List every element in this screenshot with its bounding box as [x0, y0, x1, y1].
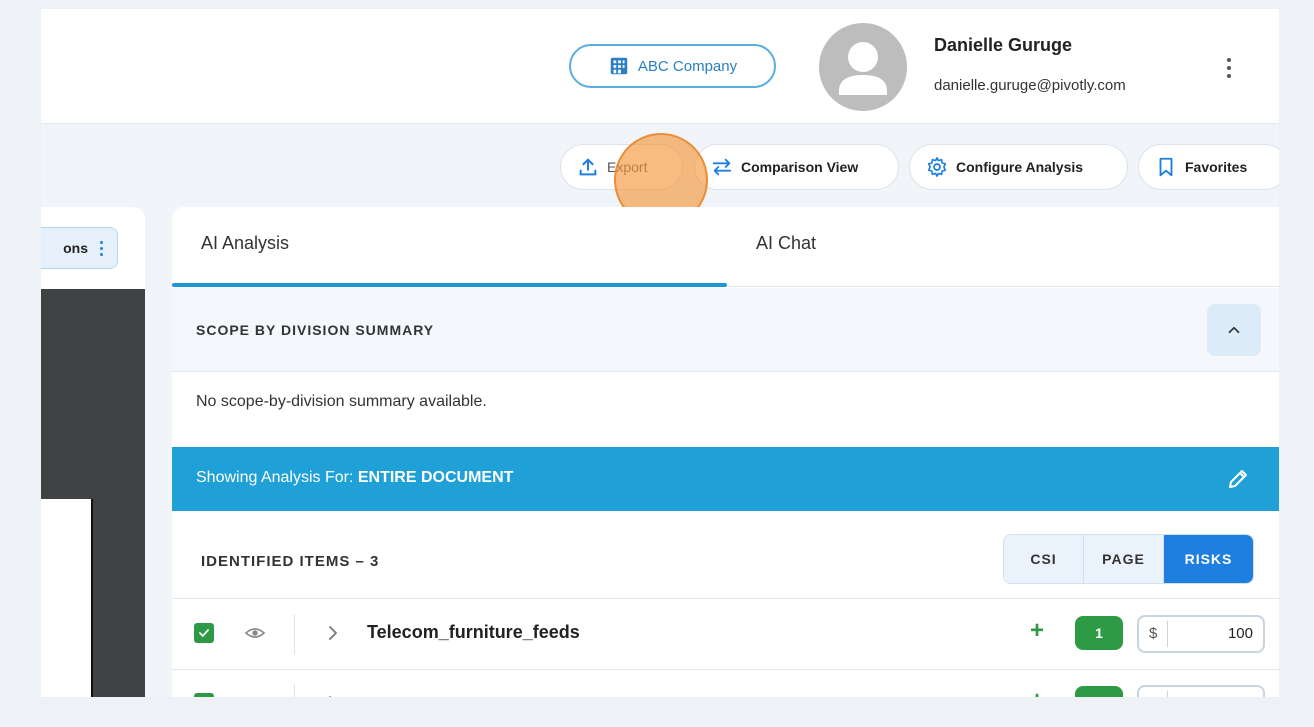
- identified-items-header: IDENTIFIED ITEMS – 3 CSI PAGE RISKS: [172, 511, 1279, 599]
- analysis-scope-target: ENTIRE DOCUMENT: [357, 469, 514, 486]
- count-badge: 1: [1075, 616, 1123, 650]
- currency-symbol: $: [1149, 625, 1158, 642]
- pencil-icon[interactable]: [1226, 467, 1250, 491]
- item-checkbox[interactable]: [194, 623, 214, 643]
- configure-analysis-button[interactable]: Configure Analysis: [909, 144, 1128, 190]
- scope-summary-header[interactable]: SCOPE BY DIVISION SUMMARY: [172, 288, 1279, 372]
- app-window: ABC Company Danielle Guruge danielle.gur…: [41, 9, 1279, 697]
- favorites-label: Favorites: [1185, 159, 1248, 175]
- user-name: Danielle Guruge: [934, 35, 1073, 55]
- eye-icon[interactable]: [244, 694, 266, 697]
- list-item[interactable]: + 1 $: [172, 670, 1279, 697]
- building-icon: [610, 57, 628, 75]
- comparison-view-label: Comparison View: [741, 159, 859, 175]
- item-name: Telecom_furniture_feeds: [367, 622, 580, 642]
- divider: [294, 684, 295, 697]
- analysis-scope-label: Showing Analysis For: ENTIRE DOCUMENT: [196, 469, 513, 487]
- amount-input[interactable]: $ 100: [1137, 615, 1265, 653]
- check-icon: [199, 629, 209, 637]
- document-page: [41, 499, 93, 697]
- check-icon: [197, 696, 211, 697]
- analysis-scope-bar: Showing Analysis For: ENTIRE DOCUMENT: [172, 447, 1279, 511]
- scope-summary-text: No scope-by-division summary available.: [196, 393, 487, 410]
- segment-csi[interactable]: CSI: [1004, 535, 1084, 583]
- bookmark-icon: [1159, 157, 1173, 177]
- item-checkbox[interactable]: [194, 693, 214, 697]
- document-options-button[interactable]: ons: [41, 227, 118, 269]
- chevron-right-icon[interactable]: [326, 624, 340, 642]
- analysis-scope-prefix: Showing Analysis For:: [196, 469, 358, 486]
- amount-input[interactable]: $: [1137, 685, 1265, 697]
- amount-value: 100: [1227, 625, 1253, 642]
- divider: [1167, 621, 1168, 647]
- kebab-icon: [100, 240, 103, 256]
- top-header: ABC Company Danielle Guruge danielle.gur…: [41, 9, 1279, 124]
- more-options-icon[interactable]: [1217, 53, 1241, 83]
- swap-arrows-icon: [712, 158, 732, 176]
- scope-summary-title: SCOPE BY DIVISION SUMMARY: [196, 322, 435, 338]
- tab-ai-analysis[interactable]: AI Analysis: [201, 233, 289, 254]
- user-icon: [839, 42, 887, 95]
- add-icon[interactable]: +: [1030, 619, 1044, 643]
- view-segmented-control: CSI PAGE RISKS: [1003, 534, 1254, 584]
- identified-items-title: IDENTIFIED ITEMS – 3: [201, 553, 380, 570]
- segment-page[interactable]: PAGE: [1084, 535, 1164, 583]
- document-viewer[interactable]: [41, 289, 145, 697]
- chevron-right-icon[interactable]: [326, 694, 340, 697]
- divider: [1167, 691, 1168, 697]
- configure-analysis-label: Configure Analysis: [956, 159, 1084, 175]
- list-item[interactable]: Telecom_furniture_feeds + 1 $ 100: [172, 600, 1279, 670]
- company-selector-button[interactable]: ABC Company: [569, 44, 776, 88]
- favorites-button[interactable]: Favorites: [1138, 144, 1279, 190]
- currency-symbol: $: [1149, 695, 1157, 697]
- active-tab-indicator: [172, 283, 727, 287]
- upload-icon: [579, 158, 597, 176]
- add-icon[interactable]: +: [1030, 689, 1044, 698]
- document-options-label: ons: [63, 240, 88, 256]
- comparison-view-button[interactable]: Comparison View: [694, 144, 899, 190]
- avatar[interactable]: [819, 23, 907, 111]
- eye-icon[interactable]: [244, 624, 266, 642]
- analysis-panel: AI Analysis AI Chat SCOPE BY DIVISION SU…: [172, 207, 1279, 697]
- gear-icon: [927, 157, 947, 177]
- document-panel: ons: [41, 207, 145, 697]
- tab-bar: AI Analysis AI Chat: [172, 207, 1279, 287]
- chevron-up-icon: [1228, 326, 1240, 334]
- segment-risks[interactable]: RISKS: [1164, 535, 1253, 583]
- user-email: danielle.guruge@pivotly.com: [934, 77, 1126, 94]
- count-badge: 1: [1075, 686, 1123, 697]
- company-name: ABC Company: [637, 57, 738, 75]
- divider: [294, 614, 295, 654]
- tab-ai-chat[interactable]: AI Chat: [756, 233, 816, 254]
- collapse-button[interactable]: [1207, 304, 1261, 356]
